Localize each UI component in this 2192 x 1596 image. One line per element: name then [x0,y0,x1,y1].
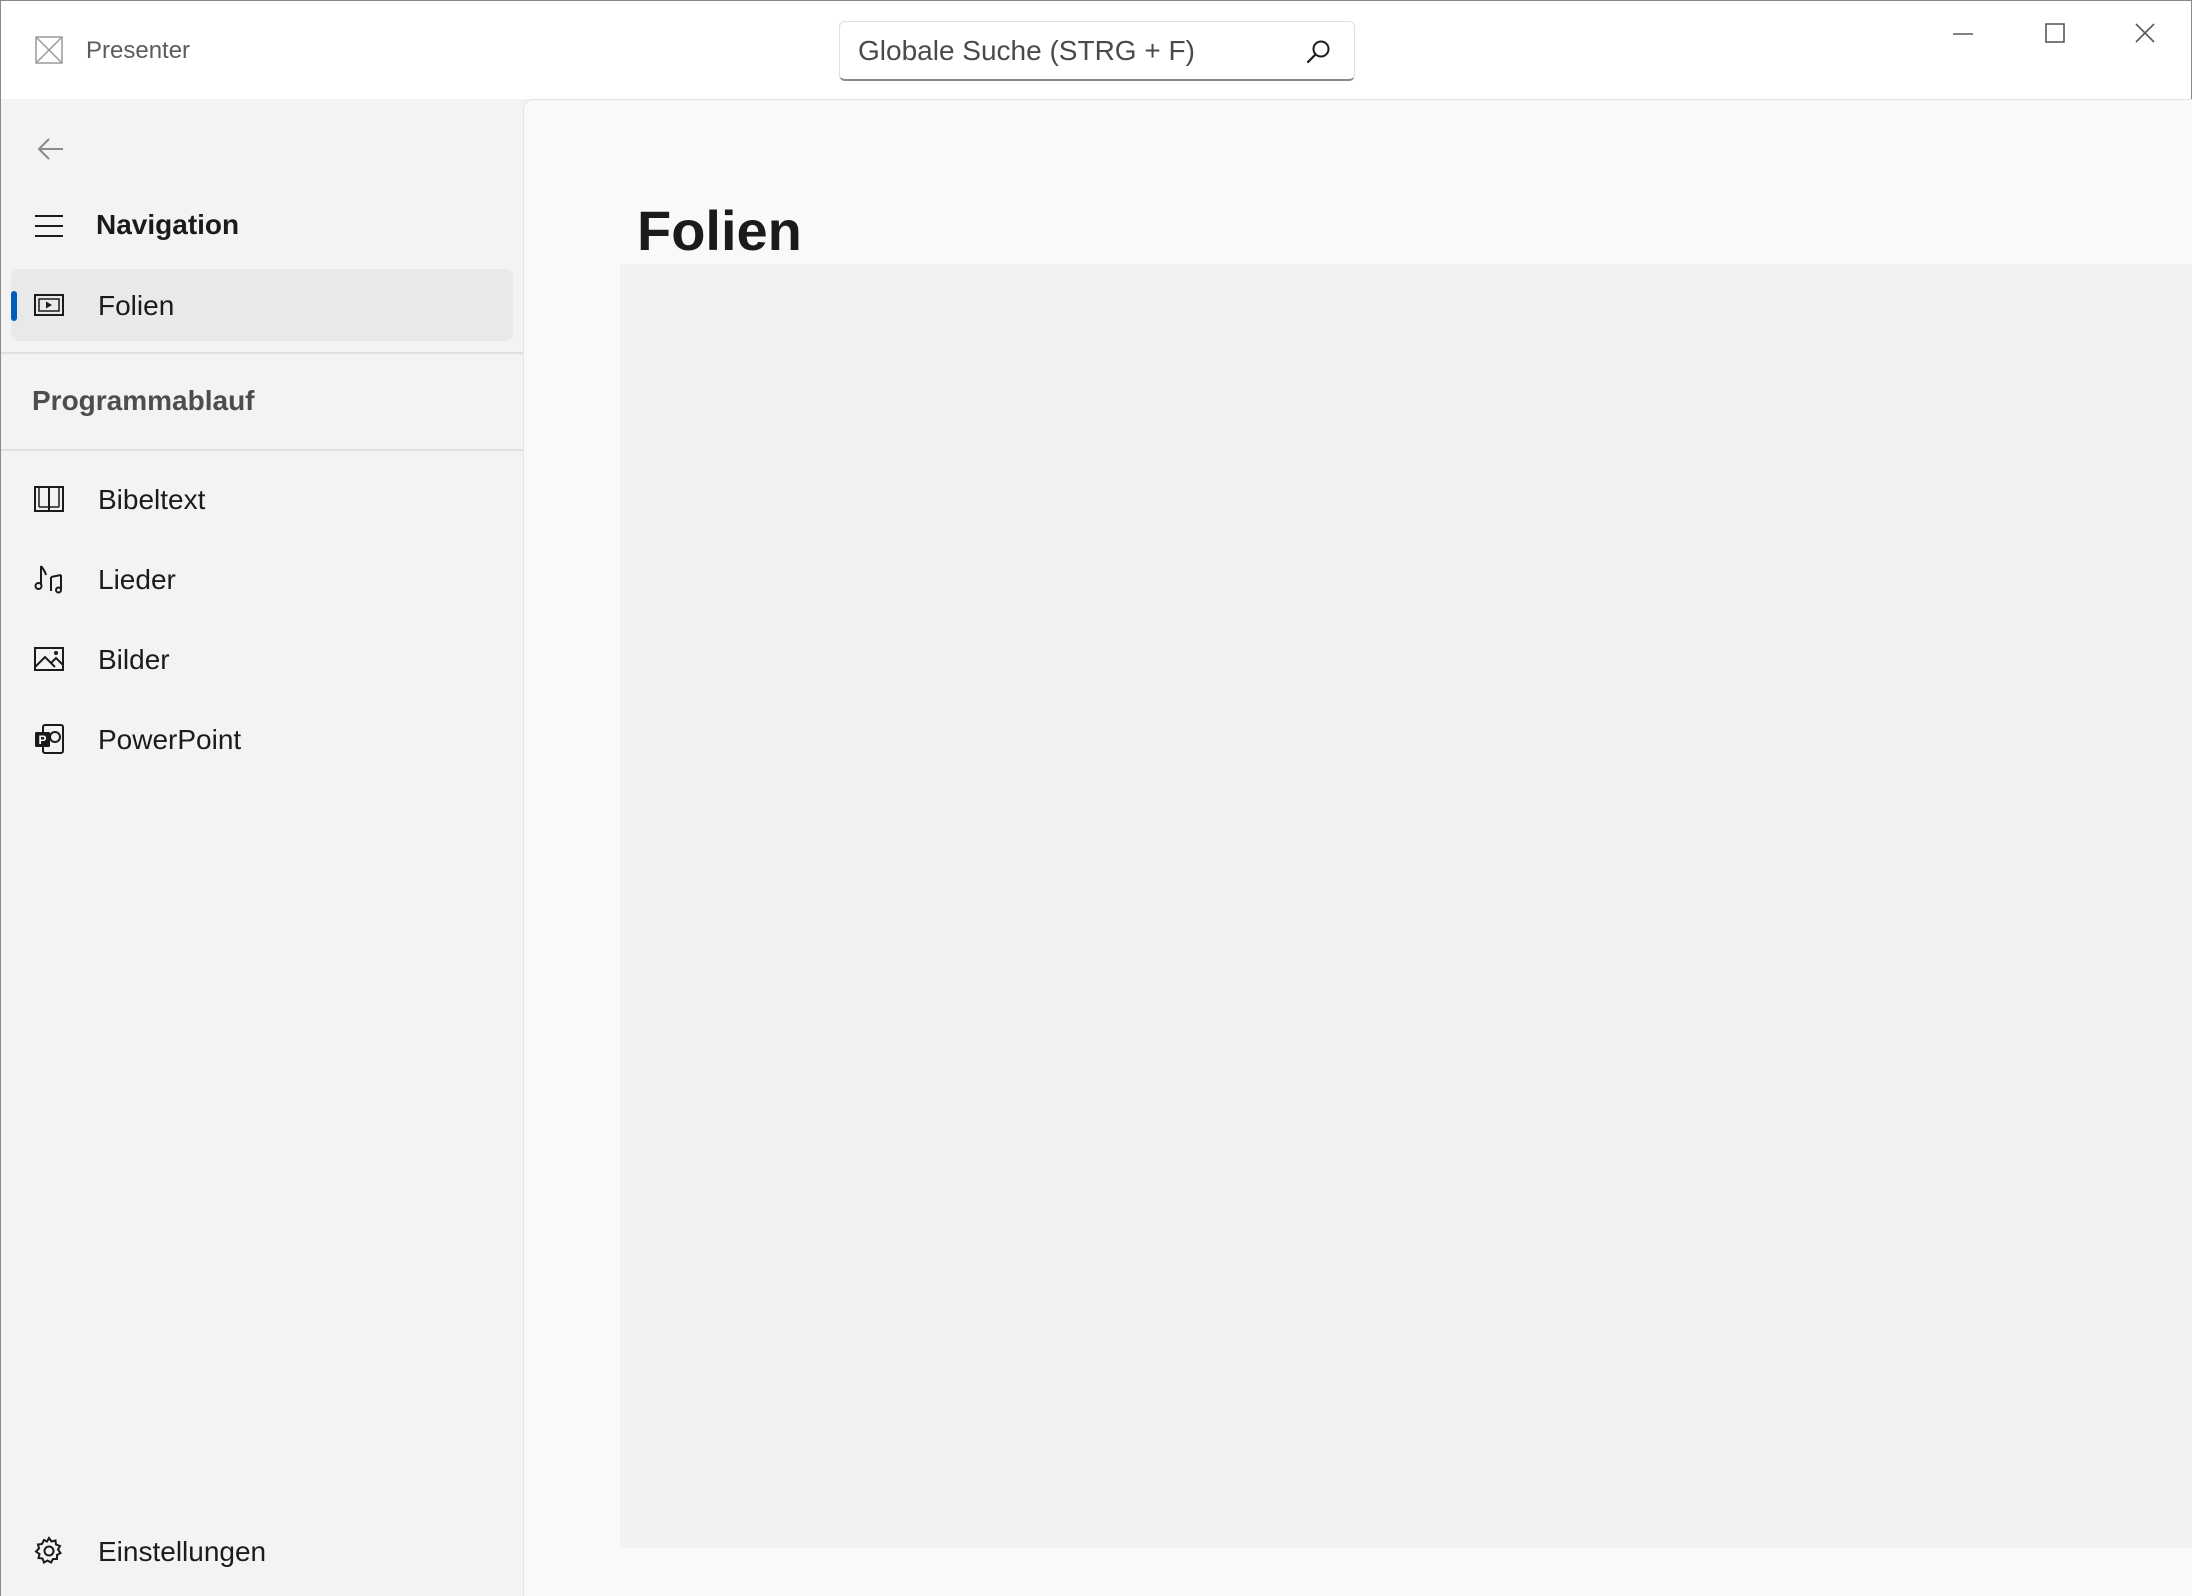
nav-item-lieder[interactable]: Lieder [11,543,513,615]
main-content: Folien [523,99,2192,1596]
search-icon[interactable] [1304,38,1332,66]
maximize-icon [2045,23,2065,43]
app-title: Presenter [86,37,191,64]
nav-item-label: Bilder [98,644,170,675]
music-note-icon [34,565,62,594]
app-placeholder-icon [35,36,63,64]
maximize-button[interactable] [2009,1,2101,67]
nav-item-einstellungen[interactable]: Einstellungen [11,1515,513,1587]
close-button[interactable] [2099,1,2191,67]
global-search-input[interactable] [858,22,1278,80]
divider [1,449,523,451]
nav-item-label: PowerPoint [98,724,242,755]
navigation-pane: Navigation Folien Programmablauf Bibelte… [1,99,523,1596]
nav-item-bibeltext[interactable]: Bibeltext [11,463,513,535]
nav-item-folien[interactable]: Folien [11,269,513,341]
title-bar: Presenter [1,1,2191,99]
gear-icon [34,1536,62,1564]
close-icon [2135,23,2155,43]
slides-panel [620,264,2192,1548]
slides-icon [34,294,64,316]
section-header-programmablauf: Programmablauf [32,385,255,416]
image-icon [34,647,64,671]
back-arrow-icon[interactable] [31,129,71,169]
nav-item-label: Einstellungen [98,1536,267,1567]
minimize-button[interactable] [1917,1,2009,67]
nav-item-powerpoint[interactable]: P PowerPoint [11,703,513,775]
nav-item-bilder[interactable]: Bilder [11,623,513,695]
page-title: Folien [637,199,802,262]
hamburger-icon[interactable] [33,213,65,239]
divider [1,352,523,354]
book-icon [34,486,64,512]
selection-indicator [11,291,17,321]
global-search-box[interactable] [839,21,1355,81]
svg-text:P: P [38,733,46,747]
nav-item-label: Lieder [98,564,176,595]
nav-item-label: Bibeltext [98,484,206,515]
powerpoint-icon: P [35,724,64,754]
minimize-icon [1953,33,1973,35]
navigation-title: Navigation [96,209,240,240]
nav-item-label: Folien [98,290,175,321]
app-window: Presenter Globale Suche (STRG + F) Navig… [0,0,2192,1596]
